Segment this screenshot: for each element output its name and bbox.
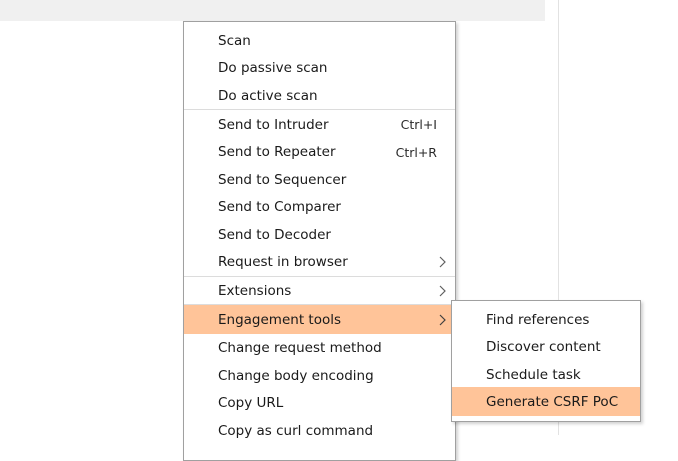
menu-item-label: Generate CSRF PoC xyxy=(486,393,619,410)
top-panel-strip xyxy=(0,0,545,21)
menu-item-copy-url[interactable]: Copy URL xyxy=(184,390,455,418)
menu-item-label: Send to Repeater xyxy=(218,144,336,161)
chevron-right-icon xyxy=(438,285,447,297)
context-menu: Scan Do passive scan Do active scan Send… xyxy=(183,21,456,461)
menu-item-generate-csrf-poc[interactable]: Generate CSRF PoC xyxy=(452,387,640,416)
menu-item-label: Scan xyxy=(218,32,251,49)
menu-item-label: Send to Comparer xyxy=(218,199,341,216)
menu-item-do-passive-scan[interactable]: Do passive scan xyxy=(184,55,455,83)
menu-item-send-to-intruder[interactable]: Send to Intruder Ctrl+I xyxy=(184,111,455,139)
menu-item-send-to-repeater[interactable]: Send to Repeater Ctrl+R xyxy=(184,139,455,167)
menu-item-discover-content[interactable]: Discover content xyxy=(452,334,640,362)
menu-item-label: Copy as curl command xyxy=(218,422,374,439)
menu-item-label: Send to Decoder xyxy=(218,226,331,243)
menu-item-request-in-browser[interactable]: Request in browser xyxy=(184,249,455,277)
chevron-right-icon xyxy=(438,256,447,268)
menu-item-extensions[interactable]: Extensions xyxy=(184,277,455,305)
menu-item-change-request-method[interactable]: Change request method xyxy=(184,334,455,362)
menu-item-send-to-decoder[interactable]: Send to Decoder xyxy=(184,221,455,249)
menu-item-label: Extensions xyxy=(218,282,292,299)
menu-item-label: Change body encoding xyxy=(218,367,374,384)
menu-item-label: Send to Sequencer xyxy=(218,171,347,188)
menu-item-send-to-comparer[interactable]: Send to Comparer xyxy=(184,194,455,222)
menu-item-label: Engagement tools xyxy=(218,311,341,328)
menu-item-label: Change request method xyxy=(218,339,382,356)
menu-item-label: Copy URL xyxy=(218,395,284,412)
menu-item-label: Find references xyxy=(486,311,590,328)
menu-item-label: Do active scan xyxy=(218,87,318,104)
menu-item-do-active-scan[interactable]: Do active scan xyxy=(184,82,455,110)
menu-item-send-to-sequencer[interactable]: Send to Sequencer xyxy=(184,166,455,194)
menu-item-label: Discover content xyxy=(486,339,601,356)
chevron-right-icon xyxy=(438,314,447,326)
menu-item-engagement-tools[interactable]: Engagement tools xyxy=(184,305,455,334)
shortcut-label: Ctrl+R xyxy=(395,144,437,160)
menu-item-find-references[interactable]: Find references xyxy=(452,306,640,334)
menu-item-label: Request in browser xyxy=(218,254,348,271)
menu-item-change-body-encoding[interactable]: Change body encoding xyxy=(184,362,455,390)
menu-item-label: Do passive scan xyxy=(218,60,328,77)
menu-item-label: Send to Intruder xyxy=(218,116,329,133)
menu-item-label: Schedule task xyxy=(486,366,581,383)
menu-separator xyxy=(184,109,455,110)
engagement-tools-submenu: Find references Discover content Schedul… xyxy=(451,300,641,422)
menu-item-schedule-task[interactable]: Schedule task xyxy=(452,361,640,389)
shortcut-label: Ctrl+I xyxy=(400,117,437,133)
menu-item-scan[interactable]: Scan xyxy=(184,27,455,55)
menu-item-copy-as-curl-command[interactable]: Copy as curl command xyxy=(184,417,455,445)
